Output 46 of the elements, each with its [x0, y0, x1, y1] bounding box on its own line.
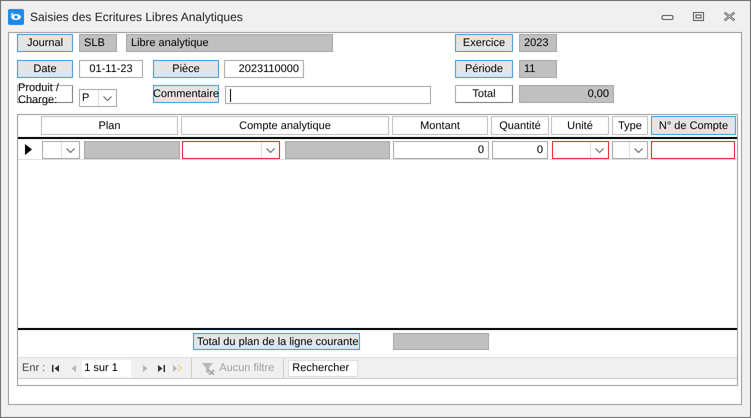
dropdown-field[interactable] — [552, 141, 609, 159]
journal-label[interactable]: Journal — [17, 34, 73, 52]
window-title: Saisies des Ecritures Libres Analytiques — [30, 10, 243, 24]
record-label: Enr : — [22, 362, 46, 374]
periode-field: 11 — [519, 60, 557, 78]
produit-charge-dropdown[interactable]: P — [79, 89, 117, 107]
input-field[interactable] — [651, 141, 735, 159]
commentaire-field[interactable] — [225, 86, 431, 104]
number-field[interactable]: 0 — [492, 141, 548, 159]
column-header[interactable]: Montant — [392, 116, 488, 135]
dropdown-field[interactable] — [612, 141, 648, 159]
column-header[interactable]: N° de Compte — [651, 116, 736, 135]
chevron-down-icon — [103, 96, 112, 100]
exercice-label[interactable]: Exercice — [455, 34, 513, 52]
number-field[interactable]: 0 — [393, 141, 489, 159]
filter-icon — [201, 362, 216, 374]
column-header[interactable]: Quantité — [491, 116, 549, 135]
column-header[interactable]: Compte analytique — [181, 116, 389, 135]
dropdown-field[interactable] — [182, 141, 280, 159]
exercice-field: 2023 — [519, 34, 557, 52]
total-plan-label[interactable]: Total du plan de la ligne courante — [193, 333, 360, 350]
column-header[interactable]: Plan — [41, 116, 178, 135]
column-header[interactable]: Type — [612, 116, 648, 135]
app-icon — [8, 8, 24, 24]
chevron-down-icon — [266, 148, 275, 152]
first-record-button[interactable] — [51, 364, 60, 372]
date-label[interactable]: Date — [17, 60, 73, 78]
maximize-button[interactable] — [692, 11, 705, 22]
total-field: 0,00 — [519, 85, 614, 103]
piece-label[interactable]: Pièce — [153, 60, 219, 78]
record-position-field[interactable]: 1 sur 1 — [82, 360, 132, 376]
total-label: Total — [455, 85, 513, 103]
journal-name-field: Libre analytique — [126, 34, 333, 52]
date-field[interactable]: 01-11-23 — [79, 60, 143, 78]
last-record-button[interactable] — [157, 364, 166, 372]
search-field[interactable]: Rechercher — [288, 360, 358, 376]
produit-charge-label: Produit / Charge: — [17, 85, 73, 103]
journal-code-field: SLB — [79, 34, 117, 52]
column-header[interactable]: Unité — [551, 116, 609, 135]
periode-label[interactable]: Période — [455, 60, 513, 78]
piece-field[interactable]: 2023110000 — [224, 60, 304, 78]
chevron-down-icon — [634, 148, 643, 152]
chevron-down-icon — [66, 148, 75, 152]
close-button[interactable] — [723, 11, 736, 22]
dropdown-field[interactable] — [42, 141, 80, 159]
chevron-down-icon — [595, 148, 604, 152]
